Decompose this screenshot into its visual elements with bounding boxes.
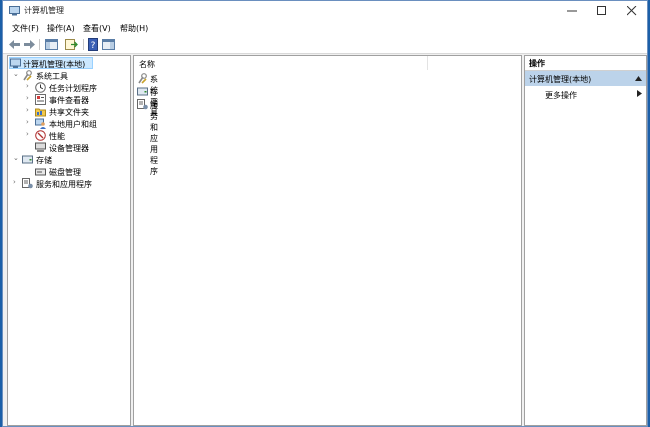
back-arrow-icon[interactable]: [8, 38, 21, 51]
export-list-icon[interactable]: [65, 38, 78, 51]
navigation-tree: 计算机管理(本地) ⌄ 系统工具 › 任务计划程序 › 事件查看器 › 共享文件…: [7, 55, 131, 426]
menu-help[interactable]: 帮助(H): [120, 23, 148, 34]
toolbar-separator: [39, 39, 40, 50]
menu-bar: 文件(F) 操作(A) 查看(V) 帮助(H): [3, 21, 647, 36]
tree-label: 设备管理器: [49, 144, 89, 153]
window-title: 计算机管理: [24, 6, 64, 15]
list-item-label: 服务和应用程序: [150, 101, 158, 176]
computer-management-icon: [10, 58, 21, 68]
tree-label: 系统工具: [36, 72, 68, 81]
svg-text:?: ?: [91, 41, 96, 51]
submenu-arrow-icon[interactable]: [637, 90, 642, 97]
actions-section-label: 计算机管理(本地): [529, 75, 592, 84]
tree-label: 计算机管理(本地): [23, 60, 86, 69]
help-icon[interactable]: ?: [87, 38, 100, 51]
column-header-name[interactable]: 名称: [139, 59, 155, 70]
toolbar: ?: [3, 36, 647, 54]
actions-section-computer-management[interactable]: 计算机管理(本地): [525, 71, 646, 86]
collapse-arrow-icon[interactable]: ⌄: [13, 154, 21, 162]
toolbar-separator: [83, 39, 84, 50]
close-button[interactable]: [617, 1, 647, 21]
tree-label: 磁盘管理: [49, 168, 81, 177]
title-bar[interactable]: 计算机管理: [3, 1, 647, 21]
tree-label: 本地用户和组: [49, 120, 97, 129]
collapse-up-icon[interactable]: [635, 76, 642, 81]
menu-view[interactable]: 查看(V): [83, 23, 111, 34]
device-manager-icon: [35, 142, 46, 152]
maximize-icon: [597, 6, 606, 15]
actions-title: 操作: [529, 59, 545, 68]
expand-arrow-icon[interactable]: ›: [26, 130, 34, 138]
event-viewer-icon: [35, 94, 46, 105]
performance-icon: [35, 130, 46, 141]
expand-arrow-icon[interactable]: ›: [26, 106, 34, 114]
show-hide-action-pane-icon[interactable]: [102, 38, 115, 51]
expand-arrow-icon[interactable]: ›: [26, 118, 34, 126]
tree-label: 存储: [36, 156, 52, 165]
tree-label: 共享文件夹: [49, 108, 89, 117]
column-divider[interactable]: [427, 56, 428, 70]
expand-arrow-icon[interactable]: ›: [13, 178, 21, 186]
tree-label: 性能: [49, 132, 65, 141]
show-hide-tree-icon[interactable]: [45, 38, 58, 51]
actions-header: 操作: [525, 56, 646, 71]
collapse-arrow-icon[interactable]: ⌄: [13, 70, 21, 78]
menu-action[interactable]: 操作(A): [47, 23, 75, 34]
close-icon: [627, 6, 637, 16]
tree-label: 事件查看器: [49, 96, 89, 105]
system-tools-icon: [138, 73, 147, 84]
expand-arrow-icon[interactable]: ›: [26, 82, 34, 90]
local-users-icon: [35, 118, 46, 129]
list-header: 名称: [134, 56, 521, 72]
forward-arrow-icon[interactable]: [23, 38, 36, 51]
minimize-button[interactable]: [557, 1, 587, 21]
computer-management-window: 计算机管理 文件(F) 操作(A) 查看(V) 帮助(H) ? 计算机管理(本地…: [2, 0, 648, 427]
tree-label: 任务计划程序: [49, 84, 97, 93]
menu-file[interactable]: 文件(F): [12, 23, 39, 34]
services-applications-icon: [22, 178, 33, 189]
services-applications-icon: [137, 99, 148, 110]
storage-icon: [137, 87, 148, 96]
content-list: 名称 系统工具 存储 服务和应用程序: [133, 55, 522, 426]
minimize-icon: [567, 10, 577, 12]
more-actions-link[interactable]: 更多操作: [545, 90, 577, 101]
task-scheduler-icon: [35, 82, 46, 93]
tree-label: 服务和应用程序: [36, 180, 92, 189]
disk-management-icon: [35, 168, 46, 176]
expand-arrow-icon[interactable]: ›: [26, 94, 34, 102]
actions-pane: 操作 计算机管理(本地) 更多操作: [524, 55, 647, 426]
shared-folders-icon: [35, 108, 46, 117]
maximize-button[interactable]: [587, 1, 617, 21]
storage-icon: [22, 155, 33, 164]
system-tools-icon: [23, 70, 32, 81]
computer-management-icon: [9, 6, 20, 16]
